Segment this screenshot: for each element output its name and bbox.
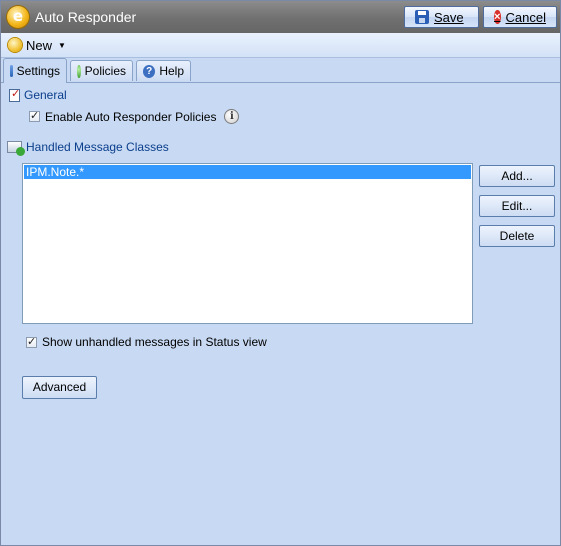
enable-policies-label[interactable]: Enable Auto Responder Policies	[45, 110, 216, 124]
policies-icon	[77, 64, 81, 78]
general-checklist-icon	[9, 87, 20, 102]
handled-heading-text: Handled Message Classes	[26, 140, 169, 154]
auto-responder-window: Auto Responder Save × Cancel New ▼ Setti…	[0, 0, 561, 546]
tab-strip: Settings Policies ? Help	[1, 58, 560, 83]
tab-policies-label: Policies	[84, 64, 126, 78]
enable-policies-row: Enable Auto Responder Policies i	[29, 109, 240, 124]
tab-settings[interactable]: Settings	[3, 58, 67, 83]
handled-classes-heading: Handled Message Classes	[7, 140, 169, 156]
show-unhandled-label[interactable]: Show unhandled messages in Status view	[42, 335, 267, 349]
general-heading-text: General	[24, 88, 67, 102]
help-icon: ?	[143, 64, 156, 78]
tab-policies[interactable]: Policies	[70, 60, 133, 81]
save-button[interactable]: Save	[404, 6, 479, 28]
edit-button[interactable]: Edit...	[479, 195, 555, 217]
app-logo-icon	[7, 6, 29, 28]
floppy-disk-icon	[415, 10, 429, 24]
tab-help[interactable]: ? Help	[136, 60, 191, 81]
cancel-label: Cancel	[505, 9, 546, 25]
cancel-x-icon: ×	[494, 10, 501, 24]
info-icon[interactable]: i	[224, 109, 240, 124]
new-item-icon	[8, 38, 22, 52]
dropdown-arrow-icon: ▼	[58, 40, 66, 50]
save-label: Save	[434, 9, 464, 25]
message-classes-list[interactable]: IPM.Note.*	[22, 163, 473, 324]
show-unhandled-checkbox[interactable]	[26, 335, 37, 348]
new-menu-button[interactable]: New ▼	[5, 36, 69, 54]
enable-policies-checkbox[interactable]	[29, 109, 40, 122]
title-bar: Auto Responder Save × Cancel	[1, 1, 560, 33]
advanced-button[interactable]: Advanced	[22, 376, 97, 399]
window-title: Auto Responder	[35, 9, 137, 25]
new-label: New	[26, 37, 53, 53]
list-item[interactable]: IPM.Note.*	[24, 165, 471, 179]
delete-button[interactable]: Delete	[479, 225, 555, 247]
settings-icon	[10, 65, 13, 77]
tab-settings-label: Settings	[16, 64, 60, 78]
menu-strip: New ▼	[1, 33, 560, 58]
general-section-heading: General	[9, 87, 67, 102]
show-unhandled-row: Show unhandled messages in Status view	[26, 335, 267, 349]
add-button[interactable]: Add...	[479, 165, 555, 187]
tab-help-label: Help	[159, 64, 184, 78]
message-class-icon	[7, 141, 25, 156]
cancel-button[interactable]: × Cancel	[483, 6, 557, 28]
